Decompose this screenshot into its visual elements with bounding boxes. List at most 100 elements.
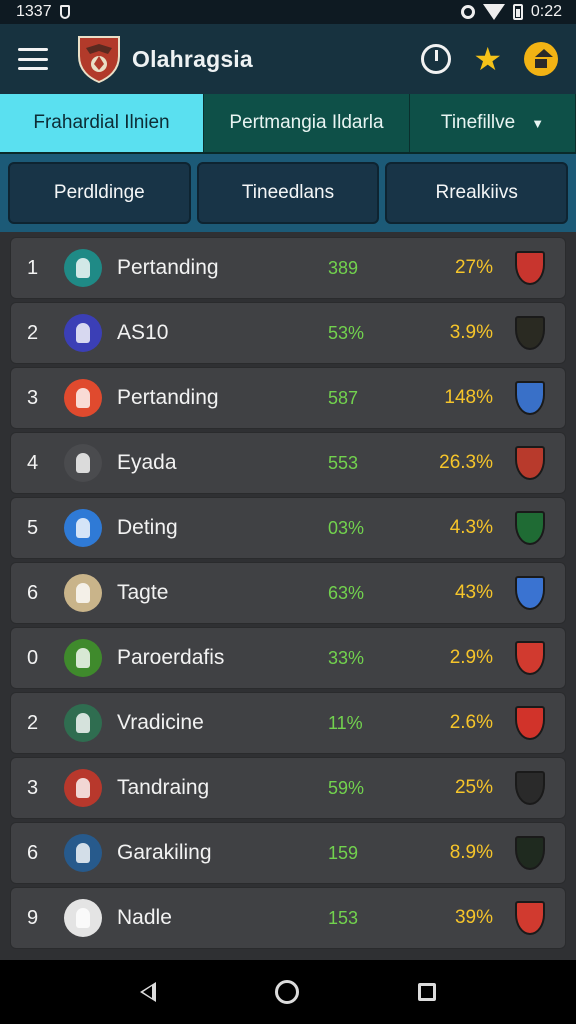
menu-icon[interactable] [18, 48, 48, 70]
tab-1[interactable]: Frahardial Ilnien [0, 94, 204, 152]
player-avatar-icon [64, 769, 102, 807]
stat-value-primary: 59% [328, 777, 365, 798]
player-avatar-icon [64, 899, 102, 937]
rank-number: 6 [27, 581, 39, 604]
list-item[interactable]: 0 Paroerdafis 33% 2.9% [10, 627, 566, 689]
tab-3-label: Tinefillve [440, 112, 516, 133]
rank-number: 0 [27, 646, 39, 669]
list-item[interactable]: 4 Eyada 553 26.3% [10, 432, 566, 494]
rank-number: 1 [27, 256, 39, 279]
stat-value-primary: 159 [328, 842, 359, 863]
chevron-down-icon: ▼ [531, 115, 545, 131]
stat-value-secondary: 25% [454, 777, 493, 798]
tab-2-label: Pertmangia Ildarla [229, 112, 384, 133]
battery-icon [512, 4, 523, 20]
notification-icon [59, 5, 70, 19]
player-name: Vradicine [117, 711, 204, 734]
team-badge-icon [515, 251, 545, 285]
stat-value-primary: 153 [328, 907, 359, 928]
list-item[interactable]: 3 Tandraing 59% 25% [10, 757, 566, 819]
rank-number: 2 [27, 711, 39, 734]
team-badge-icon [515, 901, 545, 935]
stat-value-primary: 389 [328, 257, 359, 278]
player-avatar-icon [64, 834, 102, 872]
rank-number: 3 [27, 776, 39, 799]
player-avatar-icon [64, 639, 102, 677]
team-badge-icon [515, 511, 545, 545]
list-item[interactable]: 2 AS10 53% 3.9% [10, 302, 566, 364]
rank-number: 9 [27, 906, 39, 929]
tab-bar: Frahardial Ilnien Pertmangia Ildarla Tin… [0, 94, 576, 154]
player-name: Eyada [117, 451, 177, 474]
player-name: Tandraing [117, 776, 210, 799]
tab-2[interactable]: Pertmangia Ildarla [204, 94, 410, 152]
player-name: Pertanding [117, 256, 219, 279]
filter-button-1[interactable]: Perdldinge [8, 162, 191, 224]
filter-button-3[interactable]: Rrealkiivs [385, 162, 569, 224]
player-name: Garakiling [117, 841, 212, 864]
list-item[interactable]: 6 Tagte 63% 43% [10, 562, 566, 624]
recent-apps-icon[interactable] [418, 983, 437, 1001]
stat-value-secondary: 3.9% [449, 322, 493, 343]
list-item[interactable]: 6 Garakiling 159 8.9% [10, 822, 566, 884]
player-avatar-icon [64, 379, 102, 417]
player-name: Tagte [117, 581, 169, 604]
player-avatar-icon [64, 704, 102, 742]
list-item[interactable]: 1 Pertanding 389 27% [10, 237, 566, 299]
rank-number: 4 [27, 451, 39, 474]
stat-value-secondary: 2.6% [449, 712, 493, 733]
timer-icon[interactable] [421, 44, 452, 74]
player-avatar-icon [64, 314, 102, 352]
team-badge-icon [515, 446, 545, 480]
player-name: Deting [117, 516, 178, 539]
app-header: Olahragsia ★ [0, 24, 576, 94]
stat-value-primary: 553 [328, 452, 359, 473]
status-time-left: 1337 [16, 3, 52, 20]
status-bar: 1337 0:22 [0, 0, 576, 24]
star-icon[interactable]: ★ [473, 43, 502, 75]
team-badge-icon [515, 771, 545, 805]
app-logo-icon [78, 36, 120, 84]
list-item[interactable]: 3 Pertanding 587 148% [10, 367, 566, 429]
player-name: Pertanding [117, 386, 219, 409]
app-title: Olahragsia [132, 45, 253, 72]
ranking-list: 1 Pertanding 389 27% 2 AS10 53% 3.9% 3 Pertanding… [10, 237, 566, 949]
stat-value-secondary: 43% [454, 582, 493, 603]
player-name: Nadle [117, 906, 172, 929]
player-avatar-icon [64, 509, 102, 547]
stat-value-secondary: 2.9% [449, 647, 493, 668]
list-item[interactable]: 2 Vradicine 11% 2.6% [10, 692, 566, 754]
stat-value-primary: 63% [328, 582, 365, 603]
stat-value-secondary: 26.3% [439, 452, 493, 473]
player-avatar-icon [64, 444, 102, 482]
sync-icon [460, 5, 475, 19]
player-name: AS10 [117, 321, 169, 344]
rank-number: 6 [27, 841, 39, 864]
filter-button-2[interactable]: Tineedlans [196, 162, 380, 224]
stat-value-primary: 03% [328, 517, 365, 538]
stat-value-secondary: 148% [444, 387, 493, 408]
status-time-right: 0:22 [530, 3, 562, 20]
list-item[interactable]: 5 Deting 03% 4.3% [10, 497, 566, 559]
home-nav-icon[interactable] [274, 980, 299, 1004]
team-badge-icon [515, 576, 545, 610]
list-item[interactable]: 9 Nadle 153 39% [10, 887, 566, 949]
filter-bar: Perdldinge Tineedlans Rrealkiivs [0, 154, 576, 232]
tab-1-label: Frahardial Ilnien [33, 112, 170, 133]
rank-number: 3 [27, 386, 39, 409]
tab-3-dropdown[interactable]: Tinefillve ▼ [410, 94, 576, 152]
home-icon[interactable] [524, 42, 558, 76]
rank-number: 5 [27, 516, 39, 539]
back-icon[interactable] [139, 982, 156, 1002]
team-badge-icon [515, 381, 545, 415]
stat-value-primary: 587 [328, 387, 359, 408]
wifi-icon [482, 4, 505, 20]
team-badge-icon [515, 706, 545, 740]
player-avatar-icon [64, 249, 102, 287]
stat-value-primary: 53% [328, 322, 365, 343]
stat-value-primary: 11% [328, 712, 363, 733]
player-avatar-icon [64, 574, 102, 612]
stat-value-secondary: 27% [454, 257, 493, 278]
system-nav-bar [0, 960, 576, 1024]
team-badge-icon [515, 316, 545, 350]
